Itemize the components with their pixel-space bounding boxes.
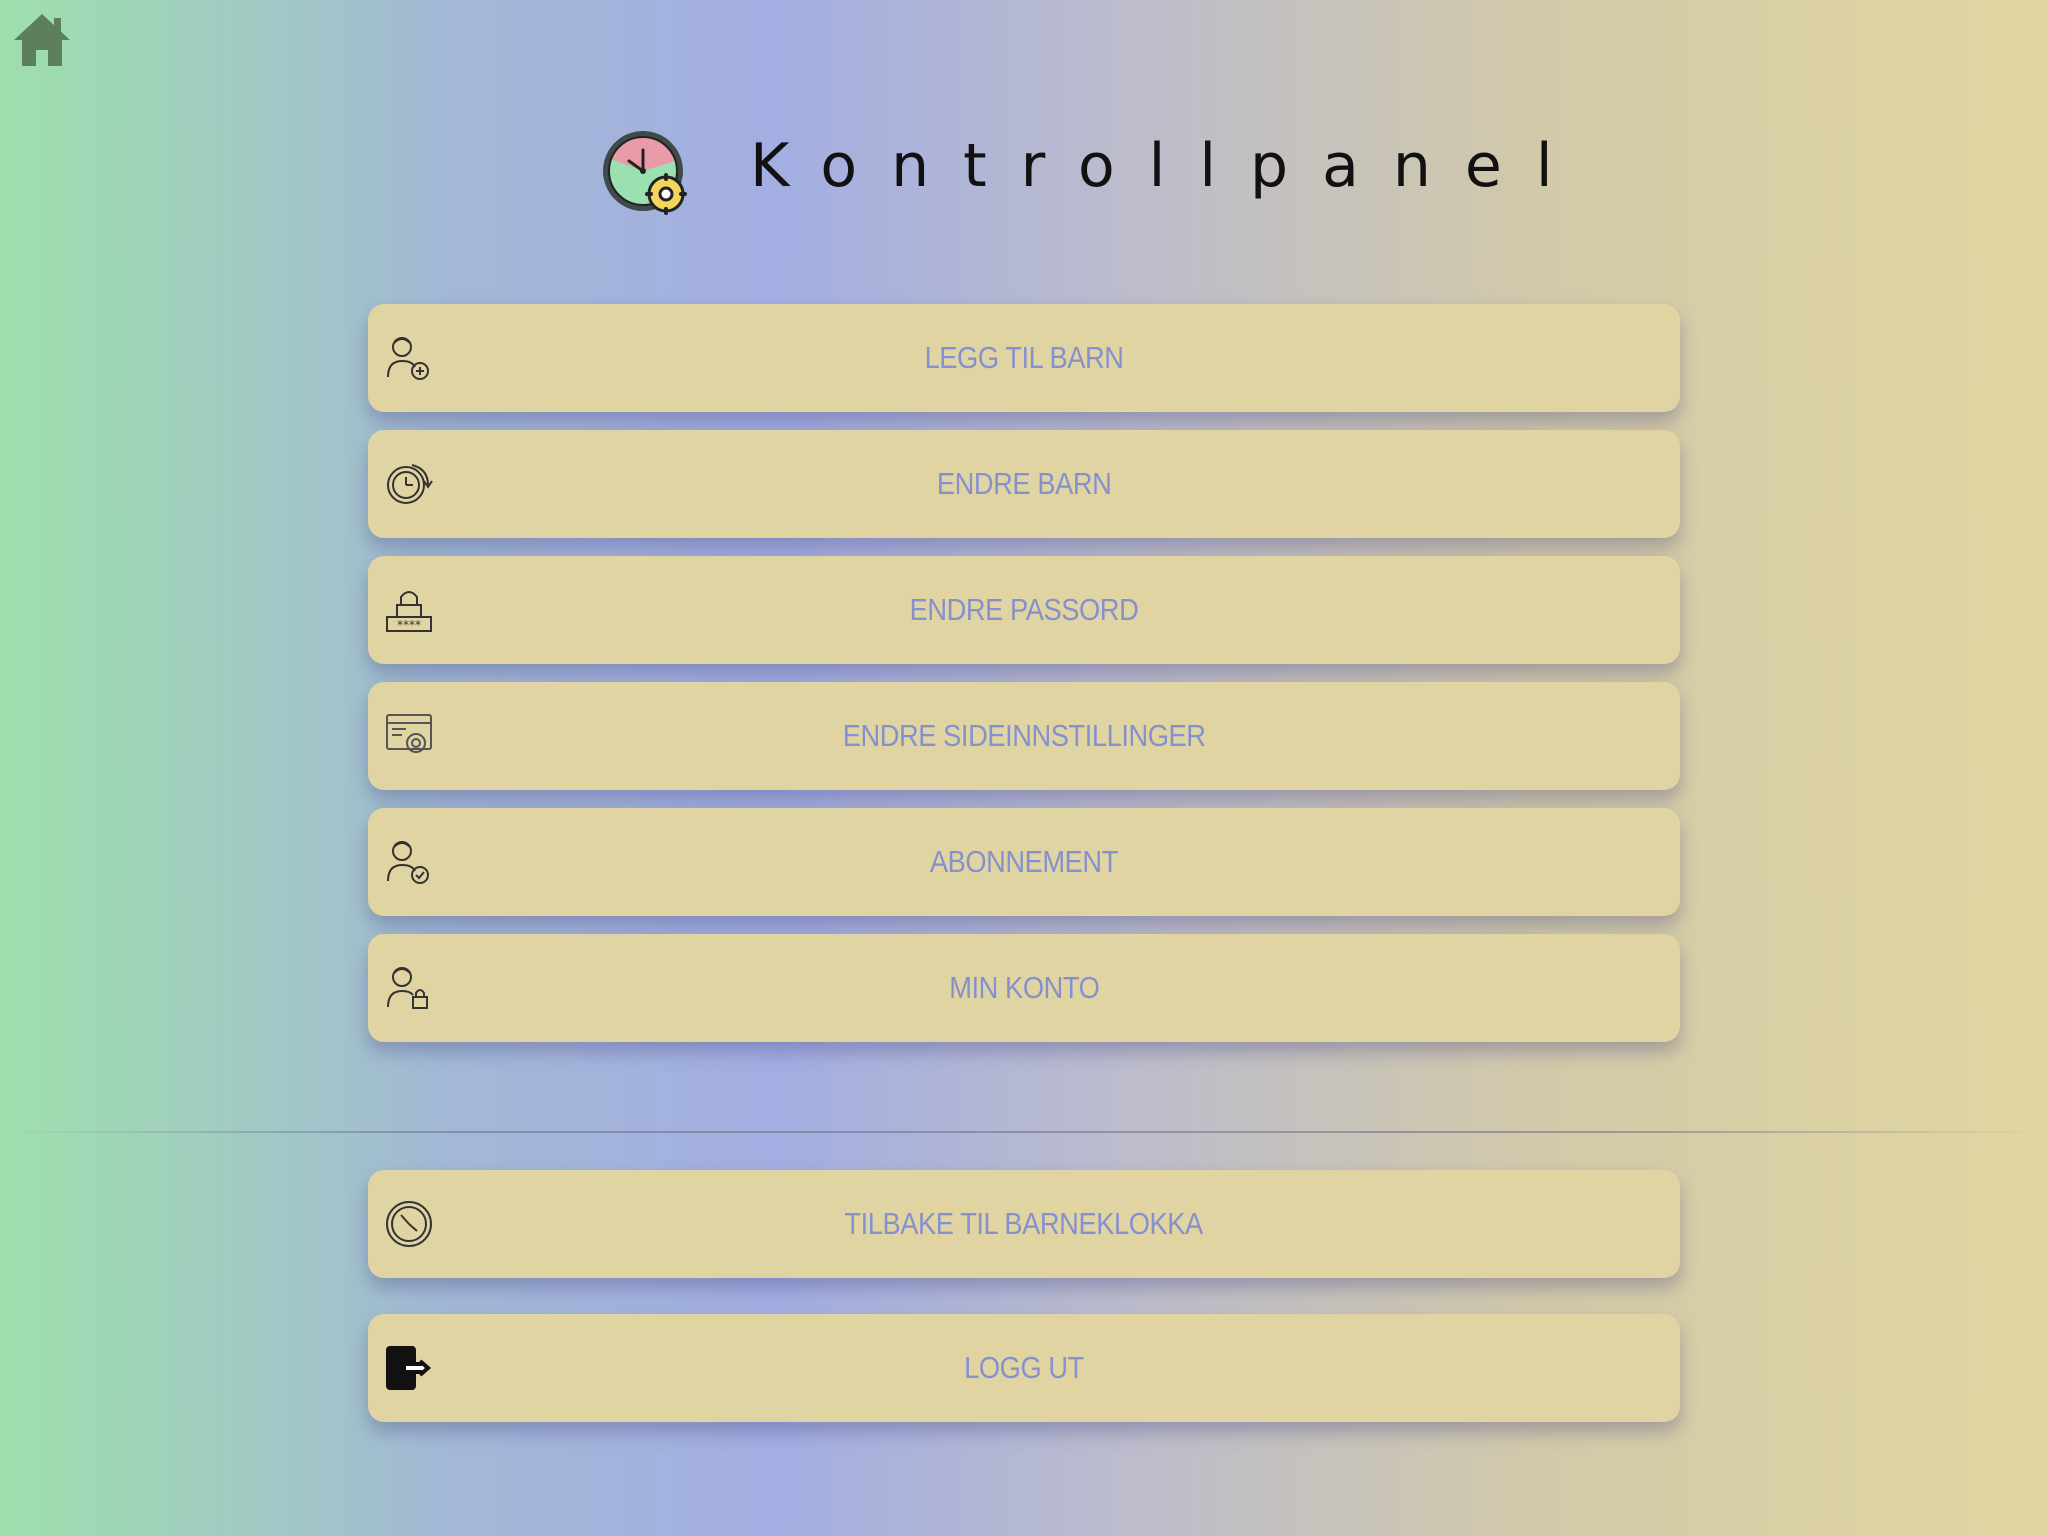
user-add-icon [387, 337, 429, 380]
clock-rotate-icon [387, 464, 433, 504]
page-title: Kontrollpanel [750, 131, 1587, 201]
my-account-button[interactable]: MIN KONTO [368, 934, 1680, 1042]
logout-icon [386, 1346, 432, 1390]
back-to-clock-label: TILBAKE TIL BARNEKLOKKA [844, 1206, 1204, 1241]
my-account-label: MIN KONTO [948, 970, 1100, 1005]
svg-text:****: **** [397, 618, 421, 632]
subscription-button[interactable]: ABONNEMENT [368, 808, 1680, 916]
lock-password-icon: **** [386, 591, 432, 632]
home-button[interactable] [12, 12, 72, 68]
page-settings-label: ENDRE SIDEINNSTILLINGER [842, 718, 1206, 753]
subscription-label: ABONNEMENT [929, 844, 1119, 879]
home-icon [14, 14, 70, 66]
clock-icon [386, 1201, 432, 1247]
page-header: Kontrollpanel [0, 128, 2048, 218]
back-to-clock-button[interactable]: TILBAKE TIL BARNEKLOKKA [368, 1170, 1680, 1278]
change-password-label: ENDRE PASSORD [909, 592, 1139, 627]
edit-child-button[interactable]: ENDRE BARN [368, 430, 1680, 538]
section-divider [0, 1131, 2048, 1133]
add-child-button[interactable]: LEGG TIL BARN [368, 304, 1680, 412]
user-lock-icon [387, 967, 428, 1009]
logout-button[interactable]: LOGG UT [368, 1314, 1680, 1422]
page-settings-button[interactable]: ENDRE SIDEINNSTILLINGER [368, 682, 1680, 790]
user-check-icon [387, 841, 429, 884]
browser-settings-icon [386, 714, 432, 753]
edit-child-label: ENDRE BARN [936, 466, 1112, 501]
change-password-button[interactable]: **** ENDRE PASSORD [368, 556, 1680, 664]
add-child-label: LEGG TIL BARN [924, 340, 1124, 375]
logout-label: LOGG UT [964, 1350, 1084, 1385]
clock-settings-logo-icon [603, 131, 687, 215]
